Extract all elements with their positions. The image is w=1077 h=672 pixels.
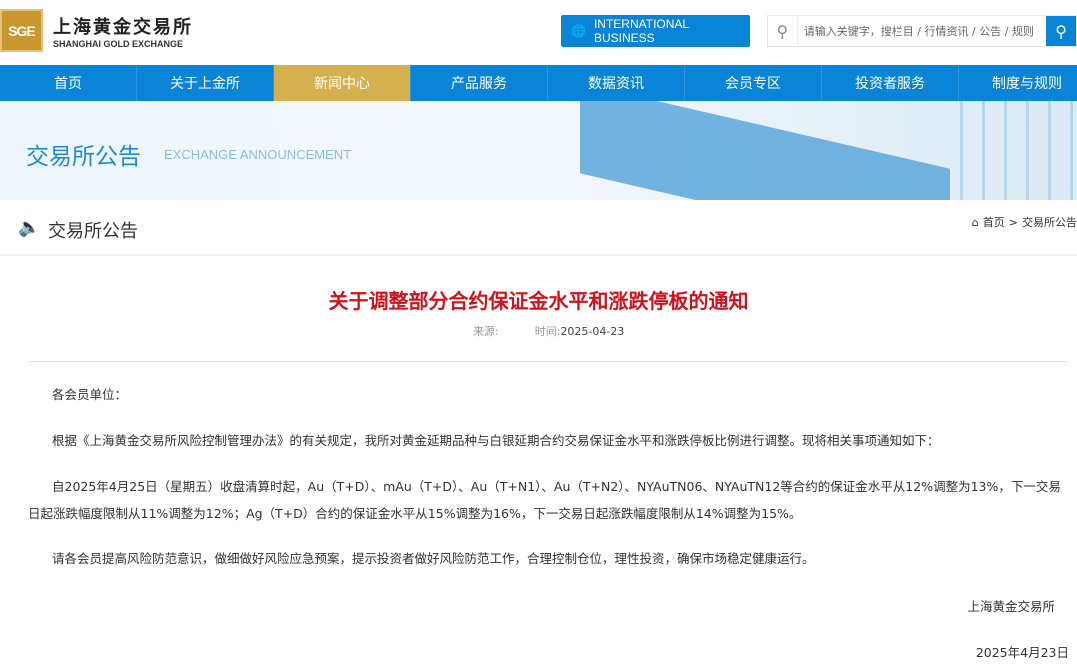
paragraph: 根据《上海黄金交易所风险控制管理办法》的有关规定，我所对黄金延期品种与白银延期合… — [52, 433, 940, 448]
nav-investors[interactable]: 投资者服务 — [822, 65, 959, 101]
international-business-label: INTERNATIONAL BUSINESS — [593, 17, 689, 45]
building-image — [580, 101, 950, 200]
breadcrumb-home[interactable]: 首页 — [983, 214, 1005, 230]
divider — [28, 361, 1068, 362]
paragraph: 自2025年4月25日（星期五）收盘清算时起，Au（T+D）、mAu（T+D）、… — [28, 479, 1061, 521]
nav-about[interactable]: 关于上金所 — [137, 65, 274, 101]
search-button[interactable]: ⚲ — [1046, 16, 1076, 46]
section-header: 🔈 交易所公告 ⌂ 首页 > 交易所公告 — [0, 200, 1077, 256]
search-input[interactable] — [797, 16, 1047, 46]
header: SGE 上海黄金交易所 SHANGHAI GOLD EXCHANGE 🌐 INT… — [0, 0, 1077, 65]
logo[interactable]: SGE 上海黄金交易所 SHANGHAI GOLD EXCHANGE — [0, 9, 193, 52]
banner-subtitle: EXCHANGE ANNOUNCEMENT — [164, 147, 352, 162]
logo-mark: SGE — [0, 9, 43, 52]
article-title: 关于调整部分合约保证金水平和涨跌停板的通知 — [328, 289, 749, 313]
nav-data[interactable]: 数据资讯 — [548, 65, 685, 101]
speaker-icon: 🔈 — [18, 217, 41, 238]
section-title: 交易所公告 — [48, 221, 138, 242]
paragraph: 请各会员提高风险防范意识，做细做好风险应急预案，提示投资者做好风险防范工作，合理… — [52, 551, 815, 566]
banner: 交易所公告 EXCHANGE ANNOUNCEMENT — [0, 101, 1077, 200]
nav-products[interactable]: 产品服务 — [411, 65, 548, 101]
logo-en: SHANGHAI GOLD EXCHANGE — [53, 38, 184, 49]
signature-date: 2025年4月23日 — [975, 645, 1069, 660]
nav-rules[interactable]: 制度与规则 — [959, 65, 1077, 101]
nav-home[interactable]: 首页 — [0, 65, 137, 101]
signature: 上海黄金交易所 — [967, 599, 1055, 614]
breadcrumb-separator: > — [1008, 215, 1018, 229]
logo-cn: 上海黄金交易所 — [53, 16, 193, 38]
globe-icon: 🌐 — [571, 24, 586, 38]
search-icon: ⚲ — [768, 16, 798, 46]
breadcrumb-current[interactable]: 交易所公告 — [1022, 214, 1077, 230]
international-business-button[interactable]: 🌐 INTERNATIONAL BUSINESS — [561, 15, 750, 47]
banner-title: 交易所公告 — [26, 144, 141, 170]
source-label: 来源: — [473, 325, 499, 338]
salutation: 各会员单位： — [52, 387, 128, 402]
breadcrumb: ⌂ 首页 > 交易所公告 — [972, 214, 1077, 230]
search-icon: ⚲ — [1055, 21, 1067, 41]
nav-members[interactable]: 会员专区 — [685, 65, 822, 101]
nav-news[interactable]: 新闻中心 — [274, 65, 411, 101]
article-date: 2025-04-23 — [560, 325, 625, 338]
search-box: ⚲ ⚲ — [767, 15, 1077, 47]
building-image — [960, 101, 1077, 200]
time-label: 时间: — [534, 325, 561, 338]
article-meta: 来源: 时间:2025-04-23 — [473, 323, 624, 339]
home-icon: ⌂ — [971, 215, 979, 229]
main-nav: 首页 关于上金所 新闻中心 产品服务 数据资讯 会员专区 投资者服务 制度与规则 — [0, 65, 1077, 101]
